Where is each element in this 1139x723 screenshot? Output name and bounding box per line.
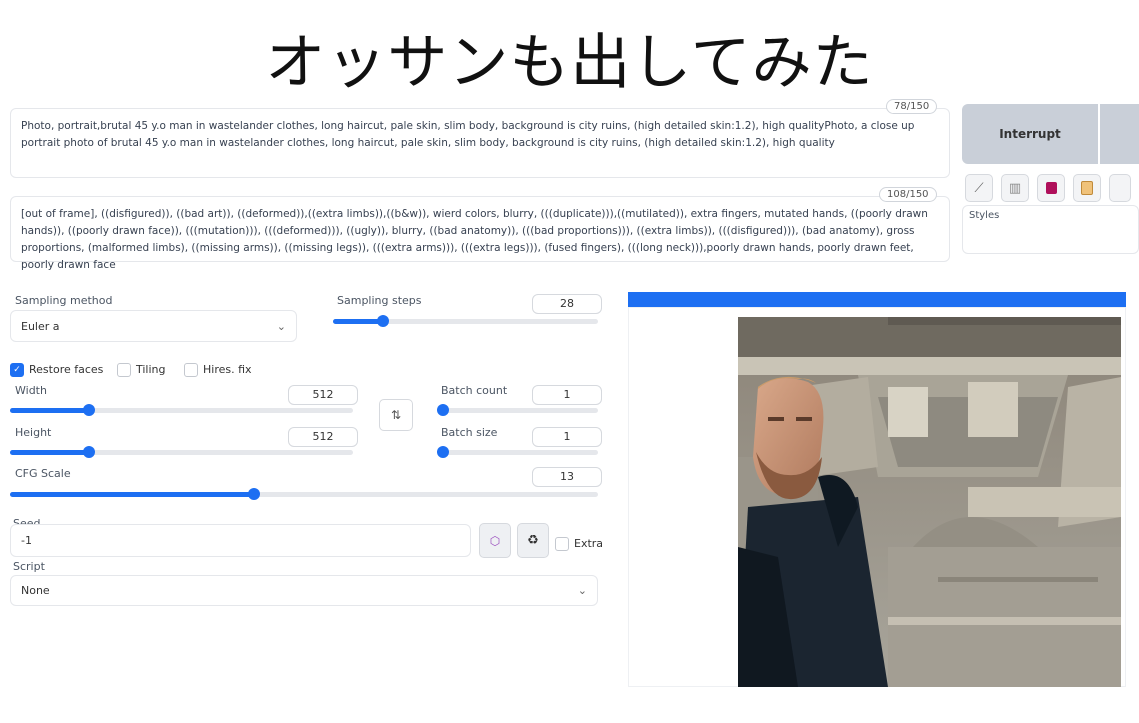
swap-dimensions-button[interactable]: ⇅: [379, 399, 413, 431]
script-select[interactable]: None ⌄: [10, 575, 598, 606]
checkbox-box[interactable]: [555, 536, 569, 551]
sampling-steps-slider[interactable]: [333, 315, 598, 327]
dice-icon[interactable]: ⬡: [479, 523, 511, 558]
checkbox-box[interactable]: [184, 362, 198, 377]
negative-prompt-text: [out of frame], ((disfigured)), ((bad ar…: [21, 208, 928, 271]
sampling-steps-label: Sampling steps: [337, 294, 422, 307]
seed-input[interactable]: -1: [10, 524, 471, 557]
batch-count-label: Batch count: [441, 384, 508, 397]
height-input[interactable]: 512: [288, 427, 358, 447]
slider-thumb[interactable]: [82, 404, 95, 416]
negative-prompt-token-counter: 108/150: [879, 187, 937, 202]
batch-size-input[interactable]: 1: [532, 427, 602, 447]
checkbox-box[interactable]: [117, 362, 131, 377]
cfg-scale-slider[interactable]: [10, 488, 598, 500]
chevron-down-icon: ⌄: [577, 584, 587, 597]
negative-prompt-textarea[interactable]: [out of frame], ((disfigured)), ((bad ar…: [10, 196, 950, 271]
sampling-method-value: Euler a: [21, 319, 60, 333]
checkbox-box[interactable]: ✓: [10, 362, 24, 377]
slider-thumb[interactable]: [437, 446, 449, 458]
batch-count-slider[interactable]: [437, 404, 598, 416]
generated-portrait-image: [738, 317, 1121, 687]
tiling-label: Tiling: [136, 363, 166, 376]
interrupt-button[interactable]: Interrupt: [962, 104, 1098, 164]
prompt-text: Photo, portrait,brutal 45 y.o man in was…: [21, 120, 915, 149]
script-value: None: [21, 584, 50, 597]
batch-size-slider[interactable]: [437, 446, 598, 458]
sampling-steps-input[interactable]: 28: [532, 294, 602, 314]
width-label: Width: [15, 384, 47, 397]
slider-thumb[interactable]: [377, 315, 390, 327]
hires-fix-label: Hires. fix: [203, 363, 252, 376]
slider-thumb[interactable]: [248, 488, 261, 500]
height-slider[interactable]: [10, 446, 353, 458]
recycle-icon[interactable]: ♻: [517, 523, 549, 558]
styles-dropdown[interactable]: Styles: [962, 205, 1139, 254]
script-label: Script: [13, 560, 45, 573]
clipboard-icon[interactable]: [1073, 174, 1101, 202]
extra-tool-icon[interactable]: [1109, 174, 1131, 202]
prompt-textarea[interactable]: Photo, portrait,brutal 45 y.o man in was…: [10, 108, 950, 178]
restore-faces-label: Restore faces: [29, 363, 104, 376]
extra-checkbox[interactable]: Extra: [555, 533, 603, 552]
tiling-checkbox[interactable]: Tiling: [117, 359, 166, 378]
slider-thumb[interactable]: [82, 446, 95, 458]
cfg-scale-label: CFG Scale: [15, 467, 71, 480]
save-style-icon[interactable]: [1037, 174, 1065, 202]
trash-icon[interactable]: ▥: [1001, 174, 1029, 202]
progress-bar: [628, 292, 1126, 307]
batch-size-label: Batch size: [441, 426, 498, 439]
batch-count-input[interactable]: 1: [532, 385, 602, 405]
pencil-icon[interactable]: ⟋: [965, 174, 993, 202]
restore-faces-checkbox[interactable]: ✓ Restore faces: [10, 359, 103, 378]
height-label: Height: [15, 426, 52, 439]
hires-fix-checkbox[interactable]: Hires. fix: [184, 359, 252, 378]
width-slider[interactable]: [10, 404, 353, 416]
generated-image[interactable]: [738, 317, 1121, 687]
seed-value: -1: [21, 534, 32, 547]
cfg-scale-input[interactable]: 13: [532, 467, 602, 487]
progress-fill: [628, 292, 1126, 307]
sampling-method-select[interactable]: Euler a ⌄: [10, 310, 297, 342]
prompt-token-counter: 78/150: [886, 99, 938, 114]
width-input[interactable]: 512: [288, 385, 358, 405]
chevron-down-icon: ⌄: [276, 319, 286, 333]
styles-label: Styles: [969, 210, 1000, 221]
slider-thumb[interactable]: [437, 404, 449, 416]
tool-buttons: ⟋ ▥: [965, 174, 1131, 202]
extra-label: Extra: [574, 537, 604, 550]
sampling-method-label: Sampling method: [15, 294, 113, 307]
generate-button-partial[interactable]: [1100, 104, 1139, 164]
page-title: オッサンも出してみた: [265, 28, 874, 98]
